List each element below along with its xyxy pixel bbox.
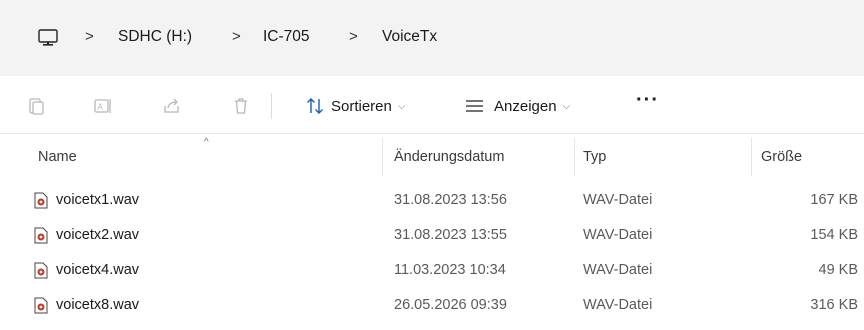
breadcrumb-separator: >: [349, 28, 358, 45]
file-size: 49 KB: [818, 262, 859, 278]
breadcrumb-item-drive[interactable]: SDHC (H:): [118, 28, 192, 46]
cut-icon[interactable]: [26, 96, 46, 116]
column-header-size[interactable]: Größe: [761, 149, 802, 165]
file-size: 167 KB: [810, 192, 858, 208]
address-bar[interactable]: > SDHC (H:) > IC-705 > VoiceTx: [0, 0, 864, 76]
column-divider[interactable]: [574, 138, 575, 176]
wav-file-icon: [34, 297, 48, 314]
more-options-button[interactable]: ···: [636, 89, 659, 112]
column-header-date[interactable]: Änderungsdatum: [394, 149, 504, 165]
column-divider[interactable]: [382, 138, 383, 176]
breadcrumb-separator: >: [232, 28, 241, 45]
breadcrumb-item-voicetx[interactable]: VoiceTx: [382, 28, 437, 46]
view-label: Anzeigen: [494, 97, 557, 115]
file-type: WAV-Datei: [583, 297, 653, 313]
breadcrumb-separator: >: [85, 28, 94, 45]
svg-text:A: A: [98, 103, 104, 112]
file-size: 316 KB: [810, 297, 858, 313]
file-row[interactable]: voicetx4.wav 11.03.2023 10:34 WAV-Datei …: [0, 253, 864, 288]
delete-icon[interactable]: [231, 96, 251, 116]
command-bar: A Sortieren ⌵ Anzeigen ⌵ ···: [0, 76, 864, 134]
file-name: voicetx4.wav: [56, 262, 140, 278]
sort-button[interactable]: Sortieren ⌵: [305, 94, 405, 118]
file-name: voicetx1.wav: [56, 192, 140, 208]
column-divider[interactable]: [751, 138, 752, 176]
file-date: 26.05.2026 09:39: [394, 297, 507, 313]
computer-icon[interactable]: [37, 27, 59, 49]
wav-file-icon: [34, 227, 48, 244]
wav-file-icon: [34, 192, 48, 209]
sort-icon: [307, 98, 323, 114]
column-header-name[interactable]: Name: [38, 149, 77, 165]
file-name: voicetx2.wav: [56, 227, 140, 243]
file-date: 31.08.2023 13:56: [394, 192, 507, 208]
toolbar-divider: [271, 93, 272, 119]
file-date: 31.08.2023 13:55: [394, 227, 507, 243]
file-type: WAV-Datei: [583, 262, 653, 278]
breadcrumb-item-ic705[interactable]: IC-705: [263, 28, 310, 46]
column-header-type[interactable]: Typ: [583, 149, 606, 165]
file-row[interactable]: voicetx8.wav 26.05.2026 09:39 WAV-Datei …: [0, 288, 864, 323]
view-icon: [466, 100, 483, 112]
share-icon[interactable]: [162, 96, 182, 116]
file-date: 11.03.2023 10:34: [394, 262, 506, 278]
column-header: ^ Name Änderungsdatum Typ Größe: [0, 134, 864, 176]
chevron-down-icon: ⌵: [562, 100, 571, 112]
view-button[interactable]: Anzeigen ⌵: [464, 94, 570, 118]
file-name: voicetx8.wav: [56, 297, 140, 313]
file-row[interactable]: voicetx1.wav 31.08.2023 13:56 WAV-Datei …: [0, 183, 864, 218]
file-type: WAV-Datei: [583, 192, 653, 208]
wav-file-icon: [34, 262, 48, 279]
file-type: WAV-Datei: [583, 227, 653, 243]
sort-ascending-icon: ^: [204, 137, 209, 148]
rename-icon[interactable]: A: [93, 96, 113, 116]
file-size: 154 KB: [810, 227, 858, 243]
chevron-down-icon: ⌵: [397, 100, 406, 112]
file-row[interactable]: voicetx2.wav 31.08.2023 13:55 WAV-Datei …: [0, 218, 864, 253]
sort-label: Sortieren: [331, 97, 392, 115]
